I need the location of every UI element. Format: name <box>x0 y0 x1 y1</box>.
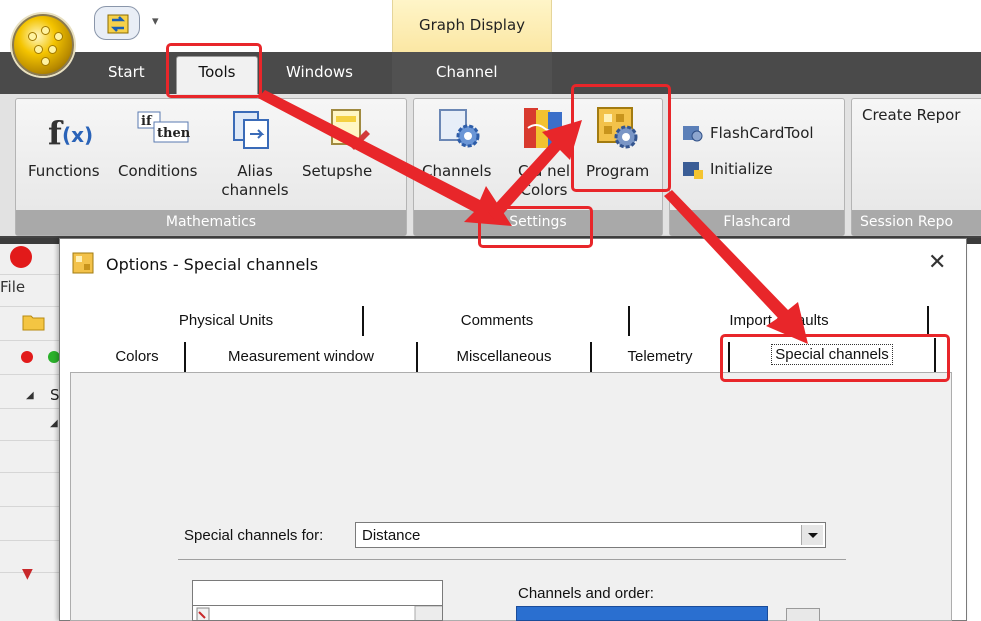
close-icon[interactable]: ✕ <box>928 250 946 275</box>
quick-access-customize[interactable]: ▾ <box>152 14 159 29</box>
alias-channels-icon <box>230 108 274 152</box>
open-folder-icon[interactable] <box>22 312 46 332</box>
highlight-tools-tab <box>166 43 262 98</box>
special-channels-for-dropdown[interactable] <box>355 522 826 548</box>
dropdown-red-arrow-icon[interactable]: ▼ <box>22 566 33 582</box>
tab-measurement-window-label: Measurement window <box>228 348 374 365</box>
functions-button[interactable]: Functions <box>28 162 100 181</box>
special-channels-for-label: Special channels for: <box>184 527 324 544</box>
tab-comments-label: Comments <box>460 312 534 329</box>
tab-comments[interactable]: Comments <box>364 312 630 329</box>
tab-colors[interactable]: Colors <box>90 348 184 365</box>
channel-colors-label-line1: C a nel <box>517 162 571 180</box>
collapse-triangle-icon[interactable]: ◢ <box>26 390 34 401</box>
channels-and-order-label: Channels and order: <box>518 585 654 602</box>
contextual-tab-graph-display[interactable]: Graph Display <box>392 0 552 52</box>
tab-measurement-window[interactable]: Measurement window <box>186 348 416 365</box>
highlight-special-channels-tab <box>720 334 950 382</box>
initialize-label: Initialize <box>710 160 773 178</box>
svg-text:(x): (x) <box>62 123 93 147</box>
channels-label: Channels <box>422 162 492 180</box>
group-label-mathematics: Mathematics <box>16 210 406 235</box>
tab-windows[interactable]: Windows <box>286 63 353 81</box>
setupsheet-icon <box>326 106 372 152</box>
alias-label-line1: Alias <box>237 162 273 180</box>
highlight-settings-group <box>478 206 593 248</box>
svg-text:if: if <box>141 114 153 129</box>
channel-colors-button[interactable]: C a nel Colors <box>508 162 580 200</box>
move-channel-button[interactable] <box>786 608 820 621</box>
flashcard-tool-icon <box>682 124 704 144</box>
special-channels-for-value: Distance <box>362 527 421 544</box>
tab-start[interactable]: Start <box>108 63 145 81</box>
channels-button[interactable]: Channels <box>422 162 491 181</box>
channel-colors-icon <box>520 104 568 152</box>
conditions-icon: if then <box>136 106 192 152</box>
alias-label-line2: channels <box>221 181 289 199</box>
channel-colors-label-line2: Colors <box>520 181 568 199</box>
functions-icon: f (x) <box>46 112 94 152</box>
chevron-down-icon[interactable] <box>801 525 823 545</box>
svg-text:then: then <box>157 126 191 141</box>
tab-import-defaults-label: Import defaults <box>729 312 829 329</box>
quick-access-button[interactable] <box>94 6 140 40</box>
tree-expand-icon[interactable]: ◢ <box>50 418 58 429</box>
functions-label: Functions <box>28 162 100 180</box>
available-channels-list[interactable] <box>192 606 443 621</box>
tab-colors-label: Colors <box>115 348 159 365</box>
tab-miscellaneous-label: Miscellaneous <box>456 348 552 365</box>
channels-and-order-list[interactable] <box>516 606 768 621</box>
group-label-session-report: Session Repo <box>852 210 981 235</box>
divider <box>178 559 846 560</box>
tab-telemetry[interactable]: Telemetry <box>592 348 728 365</box>
background-app-panel <box>0 244 62 621</box>
dialog-title: Options - Special channels <box>106 255 319 274</box>
create-report-button[interactable]: Create Repor <box>862 106 960 125</box>
group-label-flashcard: Flashcard <box>670 210 844 235</box>
tab-miscellaneous[interactable]: Miscellaneous <box>418 348 590 365</box>
tab-telemetry-label: Telemetry <box>627 348 693 365</box>
record-icon[interactable] <box>10 246 32 268</box>
tab-separator <box>927 306 929 336</box>
menu-file[interactable]: File <box>0 278 25 296</box>
initialize-button[interactable]: Initialize <box>710 160 773 179</box>
initialize-icon <box>682 160 704 180</box>
tab-channel[interactable]: Channel <box>436 63 498 81</box>
tab-import-defaults[interactable]: Import defaults <box>630 312 928 329</box>
flashcard-tool-button[interactable]: FlashCardTool <box>710 124 814 143</box>
flashcard-tool-label: FlashCardTool <box>710 124 814 142</box>
alias-channels-button[interactable]: Alias channels <box>218 162 292 200</box>
swap-icon <box>107 14 129 34</box>
channels-gear-icon <box>436 104 484 152</box>
channel-search-input[interactable] <box>192 580 443 606</box>
setupsheet-label: Setupshe <box>302 162 373 180</box>
conditions-button[interactable]: Conditions <box>118 162 197 181</box>
tab-physical-units-label: Physical Units <box>178 312 274 329</box>
application-orb-button[interactable] <box>12 14 74 76</box>
create-report-label: Create Repor <box>862 106 961 124</box>
dialog-app-icon <box>72 252 94 274</box>
list-item-icon <box>196 606 442 620</box>
tab-physical-units[interactable]: Physical Units <box>90 312 362 329</box>
highlight-program-button <box>571 84 671 192</box>
conditions-label: Conditions <box>118 162 198 180</box>
red-status-icon <box>21 351 33 363</box>
setupsheet-button[interactable]: Setupshe <box>302 162 372 181</box>
